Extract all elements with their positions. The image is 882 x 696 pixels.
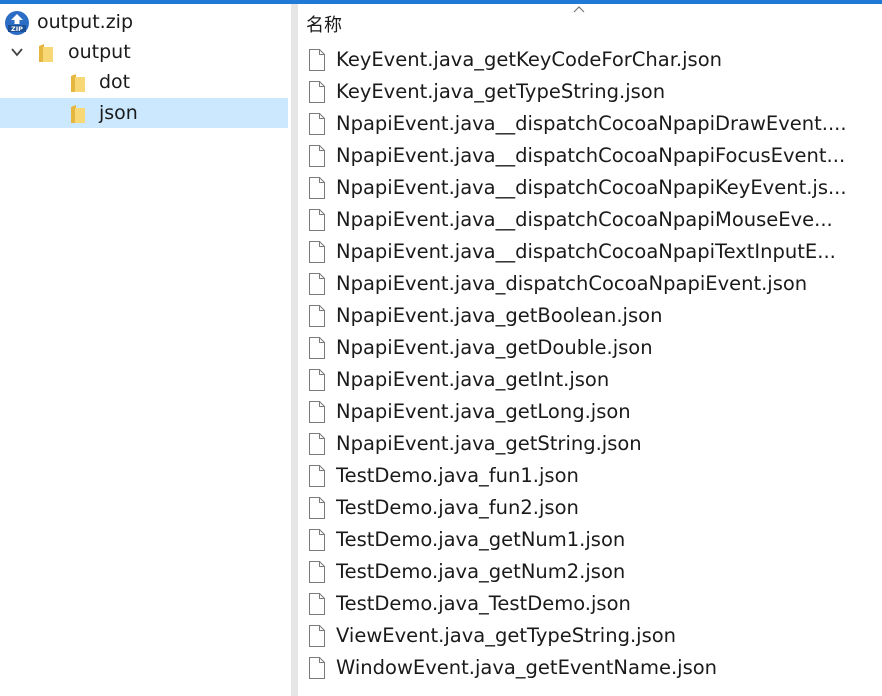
file-name: NpapiEvent.java__dispatchCocoaNpapiKeyEv… (336, 176, 847, 199)
folder-icon (71, 74, 85, 92)
file-row[interactable]: TestDemo.java_fun2.json (298, 493, 858, 523)
file-name: KeyEvent.java_getTypeString.json (336, 80, 666, 103)
file-name: TestDemo.java_getNum2.json (336, 560, 626, 583)
file-row[interactable]: TestDemo.java_fun1.json (298, 461, 858, 491)
document-icon (309, 401, 325, 423)
file-name: TestDemo.java_TestDemo.json (336, 592, 631, 615)
file-name: ViewEvent.java_getTypeString.json (336, 624, 677, 647)
document-icon (309, 145, 325, 167)
file-name: NpapiEvent.java_dispatchCocoaNpapiEvent.… (336, 272, 808, 295)
document-icon (309, 81, 325, 103)
file-name: NpapiEvent.java_getLong.json (336, 400, 631, 423)
document-icon (309, 561, 325, 583)
pane-splitter[interactable] (291, 4, 298, 696)
vertical-scrollbar[interactable] (858, 4, 882, 696)
file-row[interactable]: WindowEvent.java_getEventName.json (298, 653, 858, 683)
file-name: TestDemo.java_getNum1.json (336, 528, 626, 551)
document-icon (309, 433, 325, 455)
file-row[interactable]: NpapiEvent.java_getBoolean.json (298, 301, 858, 331)
document-icon (309, 625, 325, 647)
document-icon (309, 593, 325, 615)
folder-icon (71, 105, 85, 123)
tree-item-output[interactable]: output (0, 37, 288, 67)
document-icon (309, 177, 325, 199)
document-icon (309, 369, 325, 391)
tree-item-dot[interactable]: dot (0, 67, 288, 97)
document-icon (309, 49, 325, 71)
file-name: KeyEvent.java_getKeyCodeForChar.json (336, 48, 723, 71)
tree-item-label: output.zip (37, 11, 134, 33)
file-name: NpapiEvent.java_getDouble.json (336, 336, 653, 359)
tree-item-output-zip[interactable]: ZIP output.zip (0, 7, 288, 37)
file-name: NpapiEvent.java__dispatchCocoaNpapiTextI… (336, 240, 836, 263)
file-row[interactable]: KeyEvent.java_getTypeString.json (298, 77, 858, 107)
document-icon (309, 529, 325, 551)
svg-text:ZIP: ZIP (11, 25, 23, 33)
document-icon (309, 209, 325, 231)
document-icon (309, 497, 325, 519)
file-row[interactable]: KeyEvent.java_getKeyCodeForChar.json (298, 45, 858, 75)
file-row[interactable]: NpapiEvent.java_getLong.json (298, 397, 858, 427)
document-icon (309, 273, 325, 295)
file-name: NpapiEvent.java__dispatchCocoaNpapiFocus… (336, 144, 846, 167)
file-row[interactable]: TestDemo.java_getNum1.json (298, 525, 858, 555)
document-icon (309, 113, 325, 135)
tree-item-json[interactable]: json (0, 98, 288, 128)
document-icon (309, 305, 325, 327)
file-name: NpapiEvent.java__dispatchCocoaNpapiDrawE… (336, 112, 847, 135)
file-list[interactable]: 名称 KeyEvent.java_getKeyCodeForChar.json K… (298, 4, 858, 696)
document-icon (309, 241, 325, 263)
file-row[interactable]: NpapiEvent.java__dispatchCocoaNpapiDrawE… (298, 109, 858, 139)
file-name: TestDemo.java_fun2.json (336, 496, 579, 519)
file-row[interactable]: NpapiEvent.java__dispatchCocoaNpapiKeyEv… (298, 173, 858, 203)
file-name: NpapiEvent.java_getInt.json (336, 368, 610, 391)
file-row[interactable]: NpapiEvent.java_dispatchCocoaNpapiEvent.… (298, 269, 858, 299)
zip-archive-icon: ZIP (5, 11, 29, 35)
file-row[interactable]: NpapiEvent.java_getDouble.json (298, 333, 858, 363)
file-row[interactable]: NpapiEvent.java_getInt.json (298, 365, 858, 395)
tree-item-label: dot (99, 71, 131, 93)
file-name: NpapiEvent.java__dispatchCocoaNpapiMouse… (336, 208, 833, 231)
document-icon (309, 337, 325, 359)
file-name: NpapiEvent.java_getBoolean.json (336, 304, 663, 327)
file-row[interactable]: ViewEvent.java_getTypeString.json (298, 621, 858, 651)
file-row[interactable]: NpapiEvent.java_getString.json (298, 429, 858, 459)
file-name: TestDemo.java_fun1.json (336, 464, 579, 487)
file-row[interactable]: TestDemo.java_getNum2.json (298, 557, 858, 587)
column-header-name[interactable]: 名称 (306, 14, 342, 38)
folder-icon (39, 44, 53, 62)
document-icon (309, 657, 325, 679)
document-icon (309, 465, 325, 487)
file-name: WindowEvent.java_getEventName.json (336, 656, 718, 679)
sort-ascending-icon (573, 6, 585, 13)
file-row[interactable]: NpapiEvent.java__dispatchCocoaNpapiMouse… (298, 205, 858, 235)
chevron-down-icon[interactable] (10, 46, 24, 58)
tree-item-label: json (99, 102, 138, 124)
navigation-pane[interactable]: ZIP output.zip output dot json (0, 4, 291, 696)
file-name: NpapiEvent.java_getString.json (336, 432, 642, 455)
file-row[interactable]: TestDemo.java_TestDemo.json (298, 589, 858, 619)
file-row[interactable]: NpapiEvent.java__dispatchCocoaNpapiTextI… (298, 237, 858, 267)
file-row[interactable]: NpapiEvent.java__dispatchCocoaNpapiFocus… (298, 141, 858, 171)
tree-item-label: output (68, 41, 131, 63)
